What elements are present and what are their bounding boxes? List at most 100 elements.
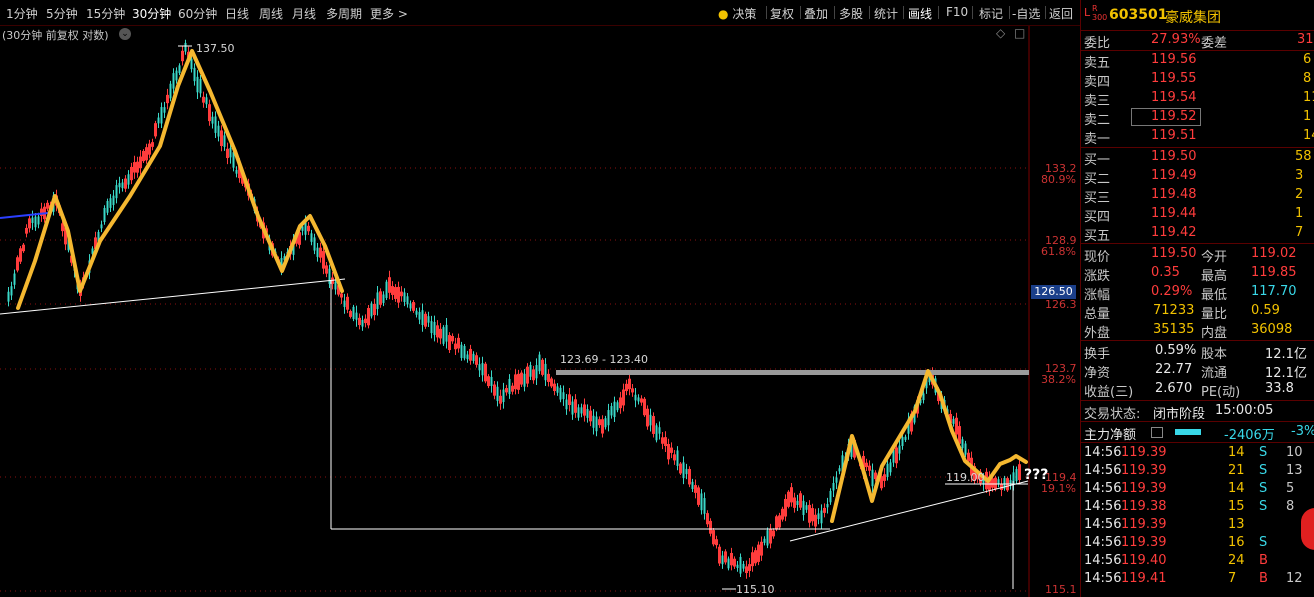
period-5min[interactable]: 5分钟 bbox=[46, 5, 78, 22]
tick-row: 14:56 119.39 21 S 13 bbox=[1081, 462, 1314, 480]
candle-body bbox=[703, 498, 706, 514]
kline-chart[interactable]: (30分钟 前复权 对数) ⌄ ◇ □ 133.2 80.9% 128.9 61… bbox=[0, 26, 1080, 597]
stat-label: 涨跌 bbox=[1084, 269, 1111, 284]
chart-canvas[interactable] bbox=[0, 26, 1080, 597]
window-icon[interactable]: □ bbox=[1014, 26, 1025, 40]
bid-row: 买三 119.48 2 bbox=[1081, 186, 1314, 206]
candle-body bbox=[682, 462, 685, 479]
tick-side: S bbox=[1259, 499, 1268, 514]
stat-label: 股本 bbox=[1201, 347, 1228, 362]
period-weekly[interactable]: 周线 bbox=[259, 5, 283, 22]
stat-value: 0.59 bbox=[1251, 303, 1280, 318]
status-time: 15:00:05 bbox=[1215, 403, 1274, 418]
toolbar-divider bbox=[1009, 6, 1010, 19]
candle-body bbox=[655, 425, 658, 441]
candle-body bbox=[535, 365, 538, 379]
stat-label: 最低 bbox=[1201, 288, 1228, 303]
stat-label: 量比 bbox=[1201, 307, 1228, 322]
tick-time: 14:56 bbox=[1084, 481, 1122, 496]
period-30min[interactable]: 30分钟 bbox=[132, 5, 171, 22]
candle-body bbox=[871, 469, 874, 487]
stats-button[interactable]: 统计 bbox=[874, 5, 898, 22]
candle-body bbox=[727, 558, 730, 569]
candle-body bbox=[481, 363, 484, 376]
bid-price: 119.48 bbox=[1151, 187, 1197, 202]
candle-body bbox=[118, 183, 121, 188]
tick-time: 14:56 bbox=[1084, 535, 1122, 550]
tick-side: S bbox=[1259, 445, 1268, 460]
trade-status-row: 交易状态: 闭市阶段 15:00:05 bbox=[1081, 402, 1314, 422]
candle-body bbox=[634, 394, 637, 401]
tick-row: 14:56 119.39 14 S 5 bbox=[1081, 480, 1314, 498]
tick-price: 119.39 bbox=[1121, 463, 1167, 478]
price-mark-label: 119.00 bbox=[946, 471, 985, 484]
candle-body bbox=[10, 286, 13, 296]
candle-body bbox=[1015, 469, 1018, 482]
candle-body bbox=[310, 233, 313, 242]
stat-label: 流通 bbox=[1201, 366, 1228, 381]
candle-body bbox=[217, 125, 220, 137]
period-multi[interactable]: 多周期 bbox=[326, 5, 362, 22]
period-15min[interactable]: 15分钟 bbox=[86, 5, 125, 22]
candle-body bbox=[157, 117, 160, 124]
candle-body bbox=[508, 378, 511, 395]
ask-label: 卖二 bbox=[1084, 113, 1111, 128]
chevron-down-icon[interactable]: ⌄ bbox=[119, 28, 131, 40]
list-icon[interactable] bbox=[1151, 427, 1163, 438]
main-flow-row[interactable]: 主力净额 -2406万 -3% bbox=[1081, 423, 1314, 443]
candle-body bbox=[580, 407, 583, 414]
weicha-label: 委差 bbox=[1201, 36, 1228, 51]
adjust-button[interactable]: 复权 bbox=[770, 5, 794, 22]
overlay-button[interactable]: 叠加 bbox=[804, 5, 828, 22]
candle-body bbox=[433, 321, 436, 335]
multi-stock-button[interactable]: 多股 bbox=[839, 5, 863, 22]
tick-extra: 8 bbox=[1286, 499, 1295, 514]
stat-label: 现价 bbox=[1084, 250, 1111, 265]
candle-body bbox=[415, 310, 418, 315]
stock-header[interactable]: L R 300 603501 豪威集团 bbox=[1081, 0, 1314, 31]
candle-body bbox=[523, 373, 526, 387]
stat-label: 最高 bbox=[1201, 269, 1228, 284]
stat-row: 涨幅 0.29% 最低 117.70 bbox=[1081, 283, 1314, 303]
candle-body bbox=[316, 247, 319, 257]
candle-body bbox=[385, 281, 388, 299]
low-price-label: 115.10 bbox=[736, 583, 775, 596]
draw-line-button[interactable]: 画线 bbox=[908, 5, 932, 22]
candle-body bbox=[796, 500, 799, 506]
candle-body bbox=[604, 418, 607, 428]
bulb-icon: ● bbox=[718, 7, 729, 21]
diamond-icon[interactable]: ◇ bbox=[996, 26, 1005, 40]
stat-value: 71233 bbox=[1153, 303, 1195, 318]
candle-body bbox=[352, 306, 355, 320]
candle-body bbox=[328, 268, 331, 284]
back-button[interactable]: 返回 bbox=[1049, 5, 1073, 22]
stat-row: 总量 71233 量比 0.59 bbox=[1081, 302, 1314, 322]
candle-body bbox=[361, 320, 364, 327]
index-flag-num: 300 bbox=[1092, 13, 1108, 22]
period-more[interactable]: 更多 > bbox=[370, 5, 408, 22]
period-60min[interactable]: 60分钟 bbox=[178, 5, 217, 22]
range-label: 123.69 - 123.40 bbox=[560, 353, 648, 366]
candle-body bbox=[922, 393, 925, 401]
period-monthly[interactable]: 月线 bbox=[292, 5, 316, 22]
watchlist-button[interactable]: -自选 bbox=[1012, 5, 1040, 22]
bid-label: 买三 bbox=[1084, 191, 1111, 206]
toolbar-divider bbox=[869, 6, 870, 19]
candle-body bbox=[430, 321, 433, 334]
tick-volume: 24 bbox=[1228, 553, 1245, 568]
mark-button[interactable]: 标记 bbox=[979, 5, 1003, 22]
candle-body bbox=[109, 198, 112, 208]
decision-button[interactable]: ● 决策 bbox=[718, 5, 756, 22]
f10-button[interactable]: F10 bbox=[946, 5, 968, 19]
stat-value: 119.50 bbox=[1151, 246, 1197, 261]
tick-volume: 21 bbox=[1228, 463, 1245, 478]
ask-row: 卖三 119.54 11 bbox=[1081, 89, 1314, 109]
period-daily[interactable]: 日线 bbox=[225, 5, 249, 22]
status-label: 交易状态: bbox=[1084, 407, 1141, 422]
candle-body bbox=[418, 312, 421, 320]
float-button[interactable] bbox=[1301, 508, 1314, 550]
period-1min[interactable]: 1分钟 bbox=[6, 5, 38, 22]
stat-row: 涨跌 0.35 最高 119.85 bbox=[1081, 264, 1314, 284]
candle-body bbox=[37, 216, 40, 225]
candle-body bbox=[406, 296, 409, 305]
